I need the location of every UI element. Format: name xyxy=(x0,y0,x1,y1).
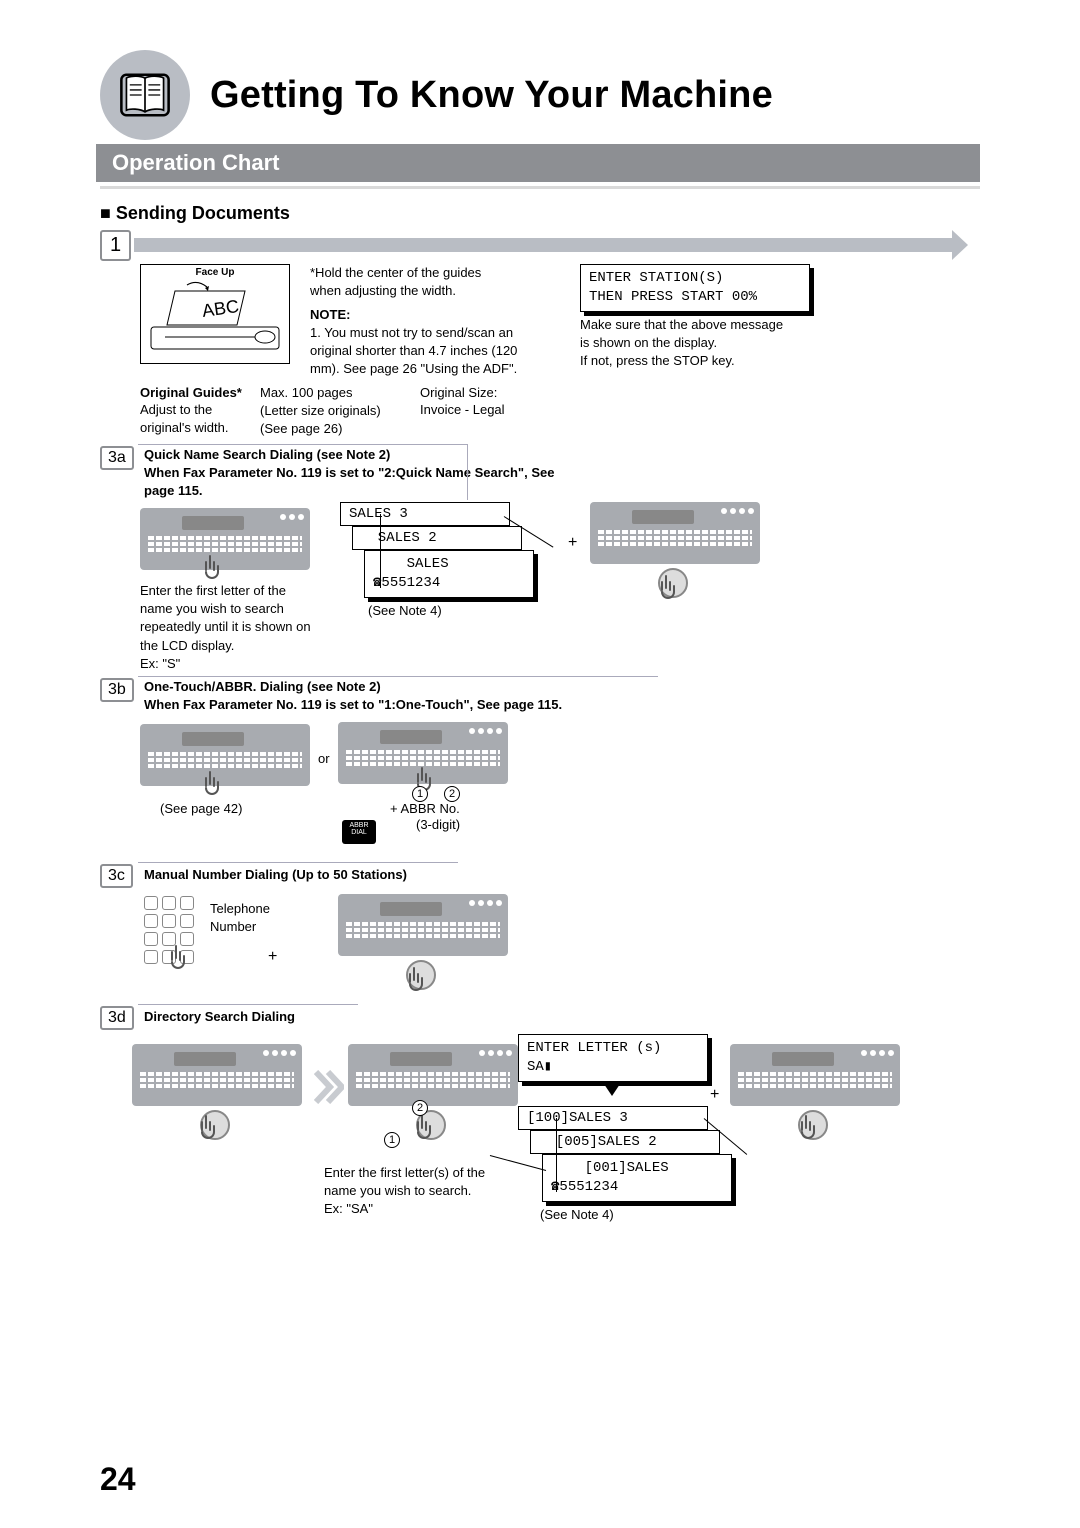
subtitle-bar: Operation Chart xyxy=(96,144,980,182)
hand-icon-3d-1 xyxy=(196,1114,218,1144)
s3d-instr: Enter the first letter(s) of the name yo… xyxy=(324,1164,534,1219)
chevron-3d xyxy=(314,1070,344,1104)
s3b-heading: One-Touch/ABBR. Dialing (see Note 2) Whe… xyxy=(144,678,704,714)
s3c-heading: Manual Number Dialing (Up to 50 Stations… xyxy=(144,866,407,884)
rule-3a xyxy=(138,444,468,500)
s3b-3digit: (3-digit) xyxy=(416,816,460,834)
divider xyxy=(100,186,980,189)
s3b-see42: (See page 42) xyxy=(160,800,242,818)
max-pages: Max. 100 pages (Letter size originals) (… xyxy=(260,384,381,439)
hold-guides-note: *Hold the center of the guides when adju… xyxy=(310,264,540,300)
lcd-enter-station: ENTER STATION(S) THEN PRESS START 00% xyxy=(580,264,810,312)
lcd-3a-2: SALES 2 xyxy=(352,526,522,550)
lcd-3d-r2: [005]SALES 2 xyxy=(530,1130,720,1154)
orig-guides-label: Original Guides* xyxy=(140,384,242,402)
fax-panel-3d-3 xyxy=(730,1044,900,1106)
fax-panel-3d-2 xyxy=(348,1044,518,1106)
hand-icon-3a-2 xyxy=(656,574,678,604)
plus-3a: + xyxy=(568,534,577,552)
page-number: 24 xyxy=(100,1461,136,1498)
step-3c-box: 3c xyxy=(100,864,133,888)
s3c-tel: Telephone Number xyxy=(210,900,270,936)
rule-3c xyxy=(138,862,458,863)
step-1-box: 1 xyxy=(100,230,131,261)
s3b-or: or xyxy=(318,750,330,768)
orig-size-label: Original Size: xyxy=(420,384,497,402)
lcd-3a-34: SALES ☎5551234 xyxy=(364,550,534,598)
page-title: Getting To Know Your Machine xyxy=(210,74,773,117)
note-label: NOTE: xyxy=(310,306,350,324)
step-3a-box: 3a xyxy=(100,446,134,470)
rule-3d xyxy=(138,1004,358,1005)
fax-panel-3a-left xyxy=(140,508,310,570)
s3d-heading: Directory Search Dialing xyxy=(144,1008,295,1026)
step-3d-box: 3d xyxy=(100,1006,134,1030)
rule-3b xyxy=(138,676,658,677)
fax-panel-3c xyxy=(338,894,508,956)
circ-2-3d: 2 xyxy=(412,1100,428,1116)
orig-size-range: Invoice - Legal xyxy=(420,401,505,419)
circ-1-3d: 1 xyxy=(384,1132,400,1148)
hand-icon-3d-2 xyxy=(412,1114,434,1144)
fax-panel-3b-left xyxy=(140,724,310,786)
lcd-3a-1: SALES 3 xyxy=(340,502,510,526)
plus-3d: + xyxy=(710,1086,719,1104)
hand-icon-3c-1 xyxy=(166,944,188,974)
flow-arrow-top xyxy=(134,238,954,252)
face-up-label: Face Up xyxy=(141,267,289,278)
s3a-seenote4: (See Note 4) xyxy=(368,602,442,620)
face-up-illustration: Face Up ABC xyxy=(140,264,290,364)
hand-icon-3b-1 xyxy=(200,770,222,800)
tri-down-3d xyxy=(604,1084,620,1096)
note-1-text: 1. You must not try to send/scan an orig… xyxy=(310,324,570,379)
s3a-instr: Enter the first letter of the name you w… xyxy=(140,582,350,673)
hand-icon-3a-1 xyxy=(200,554,222,584)
fax-panel-3d-1 xyxy=(132,1044,302,1106)
book-icon xyxy=(100,50,190,140)
lcd-3d-enter: ENTER LETTER (s) SA▮ xyxy=(518,1034,708,1082)
lcd-3d-r34: [001]SALES ☎5551234 xyxy=(542,1154,732,1202)
plus-3c: + xyxy=(268,948,277,966)
s3d-seenote4: (See Note 4) xyxy=(540,1206,614,1224)
fax-panel-3a-right xyxy=(590,502,760,564)
section-title: Sending Documents xyxy=(100,203,980,224)
hand-icon-3d-3 xyxy=(796,1114,818,1144)
abbr-dial-badge: ABBRDIAL xyxy=(342,820,376,844)
step-3b-box: 3b xyxy=(100,678,134,702)
orig-guides-text: Adjust to the original's width. xyxy=(140,401,228,437)
flow-area: 1 Face Up ABC *Hold the center of the gu… xyxy=(100,234,980,1334)
hand-icon-3c-2 xyxy=(404,966,426,996)
confirm-msg: Make sure that the above message is show… xyxy=(580,316,840,371)
lcd-3d-r1: [100]SALES 3 xyxy=(518,1106,708,1130)
